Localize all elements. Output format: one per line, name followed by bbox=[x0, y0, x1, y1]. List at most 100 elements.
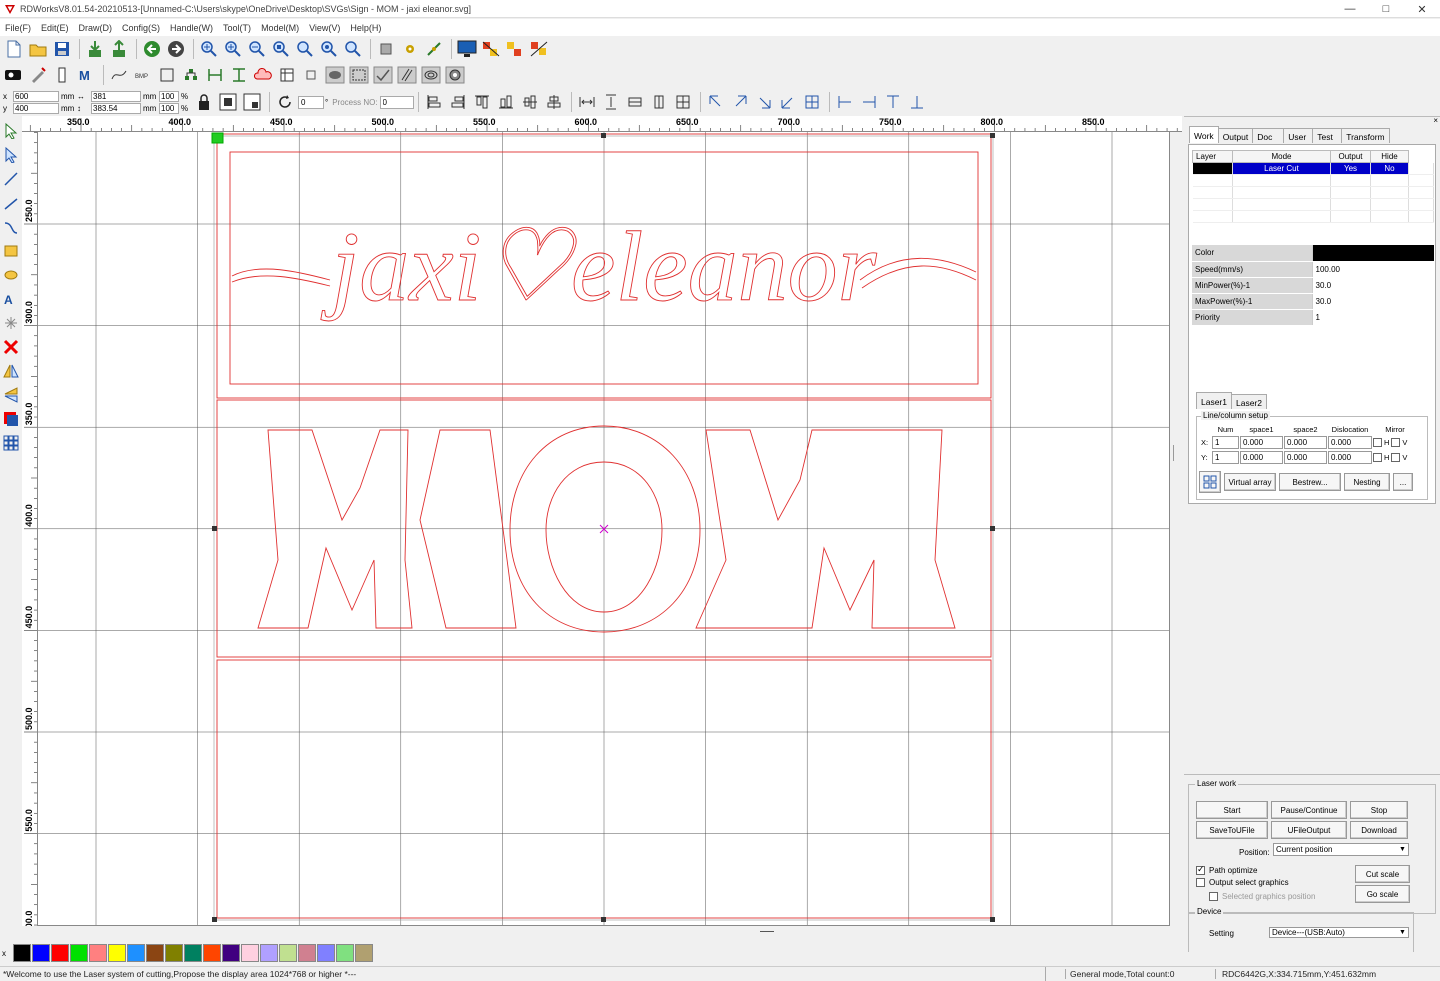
rectangle-tool-icon[interactable] bbox=[1, 239, 21, 263]
dist-top-icon[interactable] bbox=[882, 91, 904, 113]
start-button[interactable]: Start bbox=[1196, 801, 1268, 819]
open-folder-icon[interactable] bbox=[27, 38, 49, 60]
save-icon[interactable] bbox=[51, 38, 73, 60]
mirror-h-icon[interactable] bbox=[1, 359, 21, 383]
equal-hspace-icon[interactable] bbox=[576, 91, 598, 113]
device-dropdown[interactable]: Device---(USB:Auto) ▼ bbox=[1269, 927, 1409, 938]
tab-doc[interactable]: Doc bbox=[1252, 128, 1285, 143]
import-icon[interactable] bbox=[84, 38, 106, 60]
menu-config[interactable]: Config(S) bbox=[117, 23, 165, 33]
node-icon[interactable] bbox=[180, 64, 202, 86]
x-num-input[interactable] bbox=[1212, 436, 1239, 449]
move-topleft-icon[interactable] bbox=[705, 91, 727, 113]
pause-continue-button[interactable]: Pause/Continue bbox=[1271, 801, 1347, 819]
y-space1-input[interactable] bbox=[1240, 451, 1283, 464]
tab-user[interactable]: User bbox=[1283, 128, 1314, 143]
align-bottom-icon[interactable] bbox=[495, 91, 517, 113]
prop-minpower-value[interactable]: 30.0 bbox=[1311, 277, 1434, 294]
prop-maxpower-value[interactable]: 30.0 bbox=[1311, 293, 1434, 310]
dist-bottom-icon[interactable] bbox=[906, 91, 928, 113]
point-tool-icon[interactable] bbox=[1, 311, 21, 335]
rotate-icon[interactable] bbox=[274, 91, 296, 113]
move-center-icon[interactable] bbox=[801, 91, 823, 113]
position-dropdown[interactable]: Current position ▼ bbox=[1273, 843, 1409, 856]
color-swatch[interactable] bbox=[279, 944, 297, 962]
tab-laser2[interactable]: Laser2 bbox=[1231, 394, 1267, 409]
color-swatch[interactable] bbox=[298, 944, 316, 962]
x-mirror-h-checkbox[interactable] bbox=[1373, 438, 1382, 447]
zoom-plus-icon[interactable] bbox=[222, 38, 244, 60]
text-cursor-icon[interactable]: A bbox=[1, 287, 21, 311]
panel-splitter[interactable] bbox=[1173, 445, 1178, 461]
move-bottomright-icon[interactable] bbox=[753, 91, 775, 113]
mirror-v-icon[interactable] bbox=[1, 383, 21, 407]
same-width-icon[interactable] bbox=[624, 91, 646, 113]
go-scale-button[interactable]: Go scale bbox=[1355, 885, 1410, 903]
tab-work[interactable]: Work bbox=[1189, 126, 1219, 143]
stop-button[interactable]: Stop bbox=[1350, 801, 1408, 819]
x-position-input[interactable] bbox=[13, 90, 59, 102]
anchor-position-icon[interactable] bbox=[241, 91, 263, 113]
width-lock-icon[interactable]: ↔ bbox=[77, 92, 89, 101]
output-select-checkbox[interactable] bbox=[1196, 878, 1205, 887]
array-icon[interactable] bbox=[1, 431, 21, 455]
y-dislocation-input[interactable] bbox=[1328, 451, 1372, 464]
panel-close-button[interactable]: × bbox=[1433, 116, 1438, 125]
color-swatch[interactable] bbox=[89, 944, 107, 962]
maximize-button[interactable]: □ bbox=[1368, 0, 1404, 18]
palette-close[interactable]: x bbox=[2, 949, 10, 958]
align-top-icon[interactable] bbox=[471, 91, 493, 113]
laser-device-icon[interactable] bbox=[3, 64, 25, 86]
menu-tool[interactable]: Tool(T) bbox=[218, 23, 256, 33]
array-preview-icon[interactable] bbox=[1199, 471, 1221, 493]
rect-outline-icon[interactable] bbox=[300, 64, 322, 86]
path-optimize-row[interactable]: Path optimize bbox=[1196, 864, 1257, 875]
menu-view[interactable]: View(V) bbox=[304, 23, 345, 33]
zoom-select-icon[interactable] bbox=[318, 38, 340, 60]
height-lock-icon[interactable]: ↕ bbox=[77, 104, 89, 113]
break-icon[interactable] bbox=[528, 38, 550, 60]
laser-head-icon[interactable] bbox=[399, 38, 421, 60]
table-icon[interactable] bbox=[276, 64, 298, 86]
color-swatch[interactable] bbox=[336, 944, 354, 962]
dist-right-icon[interactable] bbox=[858, 91, 880, 113]
y-mirror-v-checkbox[interactable] bbox=[1391, 453, 1401, 462]
parallel-icon[interactable] bbox=[396, 64, 418, 86]
minimize-button[interactable]: — bbox=[1332, 0, 1368, 18]
cut-piece-icon[interactable] bbox=[1, 407, 21, 431]
scale-x-input[interactable] bbox=[159, 90, 179, 102]
width-input[interactable] bbox=[91, 90, 141, 102]
menu-file[interactable]: File(F) bbox=[0, 23, 36, 33]
ruler-tool-icon[interactable] bbox=[51, 64, 73, 86]
selected-pos-checkbox[interactable] bbox=[1209, 892, 1218, 901]
move-topright-icon[interactable] bbox=[729, 91, 751, 113]
zoom-page-icon[interactable] bbox=[270, 38, 292, 60]
equal-vspace-icon[interactable] bbox=[600, 91, 622, 113]
rect-select-icon[interactable] bbox=[156, 64, 178, 86]
more-button[interactable]: ... bbox=[1393, 473, 1413, 491]
align-hcenter-icon[interactable] bbox=[519, 91, 541, 113]
color-swatch[interactable] bbox=[146, 944, 164, 962]
align-vcenter-icon[interactable] bbox=[543, 91, 565, 113]
bestrew-button[interactable]: Bestrew... bbox=[1279, 473, 1341, 491]
align-height-icon[interactable] bbox=[228, 64, 250, 86]
curve-icon[interactable] bbox=[108, 64, 130, 86]
process-no-input[interactable] bbox=[379, 95, 414, 109]
y-position-input[interactable] bbox=[13, 102, 59, 114]
x-dislocation-input[interactable] bbox=[1328, 436, 1372, 449]
check-path-icon[interactable] bbox=[372, 64, 394, 86]
undo-icon[interactable] bbox=[141, 38, 163, 60]
zoom-out-icon[interactable] bbox=[246, 38, 268, 60]
output-select-row[interactable]: Output select graphics bbox=[1196, 878, 1289, 887]
prop-speed-value[interactable]: 100.00 bbox=[1311, 261, 1434, 278]
layer-row[interactable]: Laser Cut Yes No bbox=[1192, 162, 1434, 175]
color-swatch[interactable] bbox=[51, 944, 69, 962]
prop-color-value[interactable] bbox=[1311, 245, 1434, 262]
setting-label[interactable]: Setting bbox=[1209, 929, 1234, 938]
color-swatch[interactable] bbox=[32, 944, 50, 962]
ellipse-tool-icon[interactable] bbox=[1, 263, 21, 287]
pen-tool-icon[interactable] bbox=[27, 64, 49, 86]
color-swatch[interactable] bbox=[184, 944, 202, 962]
same-size-icon[interactable] bbox=[672, 91, 694, 113]
export-icon[interactable] bbox=[108, 38, 130, 60]
